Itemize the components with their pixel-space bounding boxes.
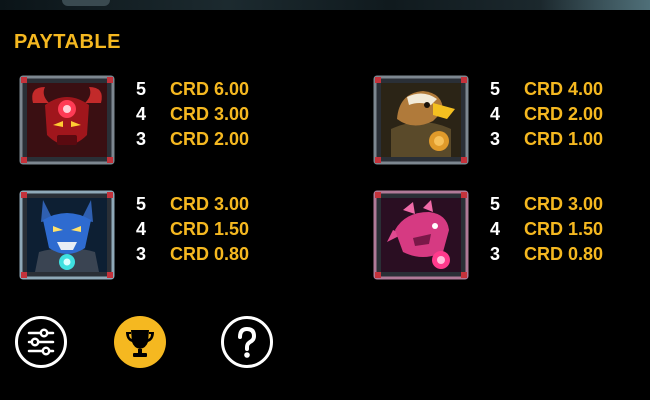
pay-count: 5 <box>490 194 501 214</box>
help-button[interactable] <box>221 316 273 368</box>
pay-value: CRD 2.00 <box>524 104 604 124</box>
question-icon <box>238 326 257 358</box>
pay-count: 4 <box>136 104 147 124</box>
pay-value: CRD 3.00 <box>170 104 250 124</box>
pay-value: CRD 4.00 <box>524 79 604 99</box>
pay-value: CRD 1.50 <box>170 219 250 239</box>
page-title: PAYTABLE <box>14 31 121 53</box>
pay-count: 3 <box>136 129 147 149</box>
pay-count: 3 <box>490 244 501 264</box>
red-bull-robot-symbol <box>19 75 115 165</box>
pay-count: 4 <box>136 219 147 239</box>
pay-value: CRD 2.00 <box>170 129 250 149</box>
pay-value: CRD 1.50 <box>524 219 604 239</box>
settings-button[interactable] <box>15 316 67 368</box>
pay-count: 4 <box>490 219 501 239</box>
blue-wolf-robot-symbol <box>19 190 115 280</box>
pay-value: CRD 3.00 <box>170 194 250 214</box>
pay-count: 3 <box>490 129 501 149</box>
pay-count: 4 <box>490 104 501 124</box>
eagle-robot-symbol <box>373 75 469 165</box>
pay-value: CRD 6.00 <box>170 79 250 99</box>
pay-value: CRD 0.80 <box>524 244 604 264</box>
pink-rhino-robot-symbol <box>373 190 469 280</box>
pay-value: CRD 3.00 <box>524 194 604 214</box>
paytable-button[interactable] <box>114 316 166 368</box>
pay-value: CRD 1.00 <box>524 129 604 149</box>
pay-count: 5 <box>136 79 147 99</box>
pay-value: CRD 0.80 <box>170 244 250 264</box>
top-bar-gradient <box>540 0 650 10</box>
sliders-icon <box>27 328 55 356</box>
top-bar-highlight <box>62 0 110 6</box>
pay-count: 5 <box>490 79 501 99</box>
top-bar <box>0 0 650 10</box>
pay-count: 5 <box>136 194 147 214</box>
pay-count: 3 <box>136 244 147 264</box>
trophy-icon <box>126 330 154 357</box>
